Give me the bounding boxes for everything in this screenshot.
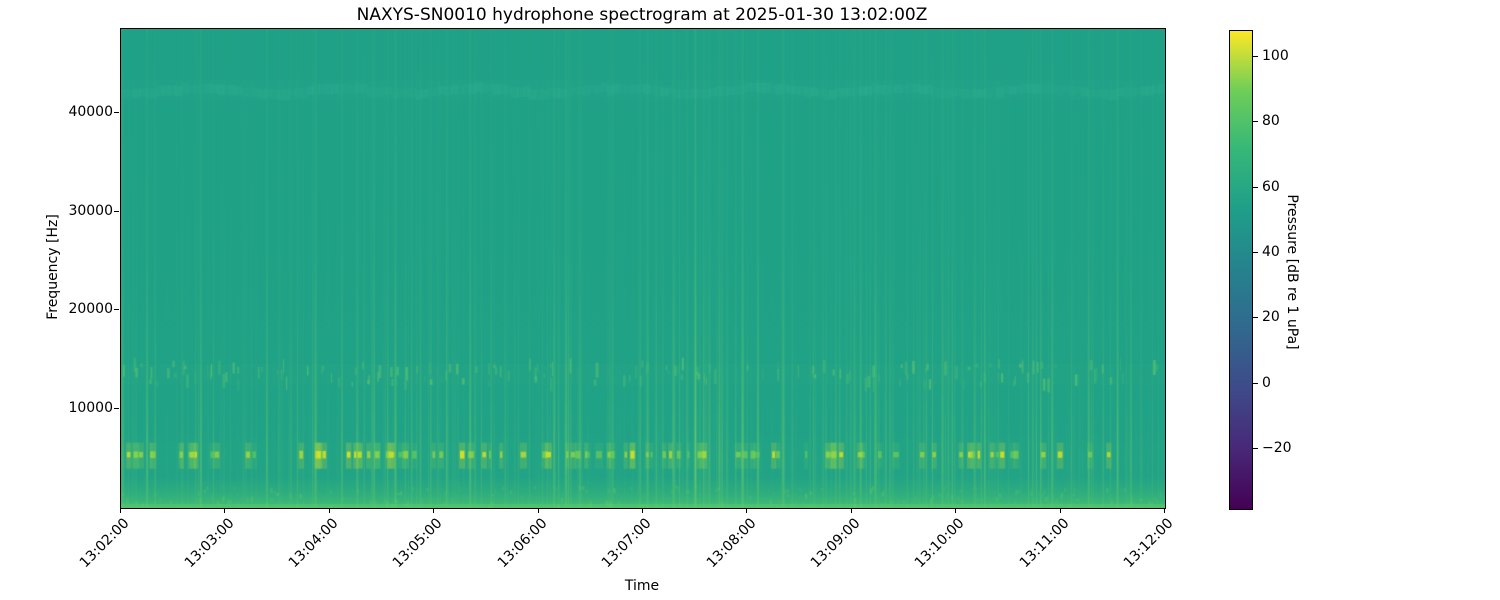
y-tick-mark <box>114 111 119 113</box>
x-tick-label: 13:03:00 <box>181 515 238 572</box>
x-tick-mark <box>955 508 957 513</box>
y-tick-mark <box>114 408 119 410</box>
x-tick-label: 13:09:00 <box>807 515 864 572</box>
x-tick-mark <box>537 508 539 513</box>
x-tick-label: 13:07:00 <box>598 515 655 572</box>
colorbar-tick-mark <box>1253 186 1258 188</box>
y-tick-label: 40000 <box>68 103 113 120</box>
x-tick-mark <box>1164 508 1165 513</box>
colorbar <box>1229 30 1253 510</box>
x-tick-label: 13:06:00 <box>494 515 551 572</box>
y-tick-label: 20000 <box>68 301 113 318</box>
x-tick-mark <box>224 508 226 513</box>
x-tick-mark <box>1059 508 1061 513</box>
x-tick-label: 13:08:00 <box>703 515 760 572</box>
colorbar-tick-label: 0 <box>1262 374 1271 391</box>
x-tick-mark <box>433 508 435 513</box>
colorbar-tick-label: 20 <box>1262 309 1280 326</box>
colorbar-tick-label: −20 <box>1262 439 1292 456</box>
colorbar-tick-mark <box>1253 317 1258 319</box>
spectrogram-canvas <box>121 29 1165 508</box>
x-tick-label: 13:12:00 <box>1120 515 1177 572</box>
colorbar-tick-mark <box>1253 121 1258 123</box>
x-tick-mark <box>328 508 330 513</box>
x-tick-mark <box>746 508 748 513</box>
x-tick-label: 13:04:00 <box>285 515 342 572</box>
colorbar-tick-mark <box>1253 252 1258 254</box>
x-tick-label: 13:05:00 <box>390 515 446 572</box>
x-tick-label: 13:11:00 <box>1016 515 1073 572</box>
x-axis-label: Time <box>624 578 660 594</box>
colorbar-label: Pressure [dB re 1 uPa] <box>1284 194 1300 350</box>
y-axis-label: Frequency [Hz] <box>45 214 61 320</box>
colorbar-tick-label: 60 <box>1262 178 1280 195</box>
colorbar-tick-label: 100 <box>1262 48 1289 65</box>
x-tick-label: 13:10:00 <box>912 515 968 572</box>
colorbar-tick-mark <box>1253 447 1258 449</box>
colorbar-tick-label: 40 <box>1262 244 1280 261</box>
x-tick-label: 13:02:00 <box>76 515 133 572</box>
colorbar-tick-mark <box>1253 56 1258 58</box>
x-tick-mark <box>642 508 643 513</box>
plot-area <box>120 28 1166 509</box>
y-tick-label: 30000 <box>68 202 113 219</box>
x-tick-mark <box>120 508 121 513</box>
spectrogram-figure: NAXYS-SN0010 hydrophone spectrogram at 2… <box>0 0 1500 600</box>
y-tick-mark <box>114 309 119 311</box>
x-tick-mark <box>850 508 852 513</box>
colorbar-tick-mark <box>1253 382 1258 384</box>
colorbar-tick-label: 80 <box>1262 113 1280 130</box>
chart-title: NAXYS-SN0010 hydrophone spectrogram at 2… <box>356 5 928 25</box>
y-tick-label: 10000 <box>68 400 113 417</box>
y-tick-mark <box>114 210 119 212</box>
